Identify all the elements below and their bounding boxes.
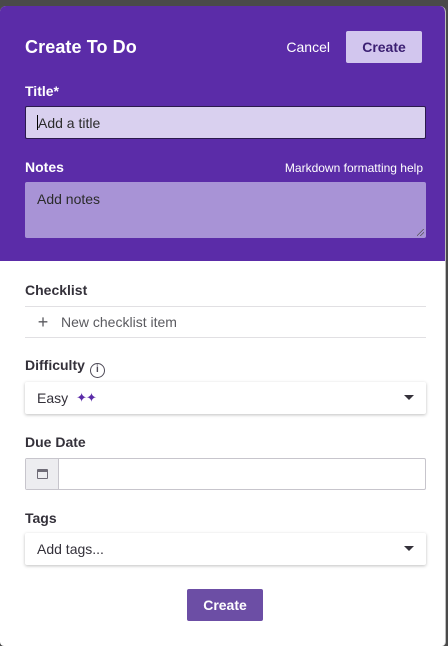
notes-label: Notes <box>25 159 64 175</box>
header-actions: Cancel Create <box>286 31 422 63</box>
calendar-button[interactable] <box>26 459 59 489</box>
checklist-placeholder: New checklist item <box>61 314 177 330</box>
tags-select[interactable]: Add tags... <box>25 533 426 565</box>
calendar-icon <box>36 469 48 479</box>
cancel-button[interactable]: Cancel <box>286 39 330 55</box>
title-label: Title* <box>25 83 59 99</box>
info-icon[interactable]: i <box>89 363 105 378</box>
tags-label: Tags <box>25 510 57 526</box>
difficulty-label-row: Difficulty i <box>25 357 105 378</box>
chevron-down-icon <box>404 395 414 400</box>
chevron-down-icon <box>404 546 414 551</box>
modal-title: Create To Do <box>25 36 137 57</box>
create-button-bottom[interactable]: Create <box>187 589 263 621</box>
difficulty-select[interactable]: Easy ✦✦ <box>25 382 426 414</box>
due-date-label: Due Date <box>25 434 86 450</box>
markdown-help-link[interactable]: Markdown formatting help <box>285 161 423 175</box>
difficulty-value: Easy <box>37 390 69 406</box>
sparkle-icon: ✦✦ <box>76 390 97 405</box>
checklist-label: Checklist <box>25 282 88 298</box>
title-placeholder: Add a title <box>38 114 101 131</box>
notes-textarea[interactable]: Add notes <box>25 182 426 238</box>
create-todo-modal: Create To Do Cancel Create Title* Add a … <box>0 6 446 646</box>
title-input[interactable]: Add a title <box>25 106 426 139</box>
plus-icon[interactable]: + <box>25 312 61 333</box>
difficulty-label: Difficulty <box>25 357 85 373</box>
due-date-input[interactable] <box>25 458 426 490</box>
notes-placeholder: Add notes <box>37 191 101 207</box>
due-date-value <box>59 459 425 489</box>
notes-row: Notes Markdown formatting help <box>25 159 423 175</box>
modal-header: Create To Do Cancel Create Title* Add a … <box>0 6 445 261</box>
create-button-top[interactable]: Create <box>346 31 422 63</box>
title-row: Create To Do Cancel Create <box>25 6 422 88</box>
resize-handle-icon[interactable] <box>417 229 424 236</box>
tags-placeholder: Add tags... <box>37 541 104 557</box>
checklist-new-item[interactable]: + New checklist item <box>25 306 426 338</box>
